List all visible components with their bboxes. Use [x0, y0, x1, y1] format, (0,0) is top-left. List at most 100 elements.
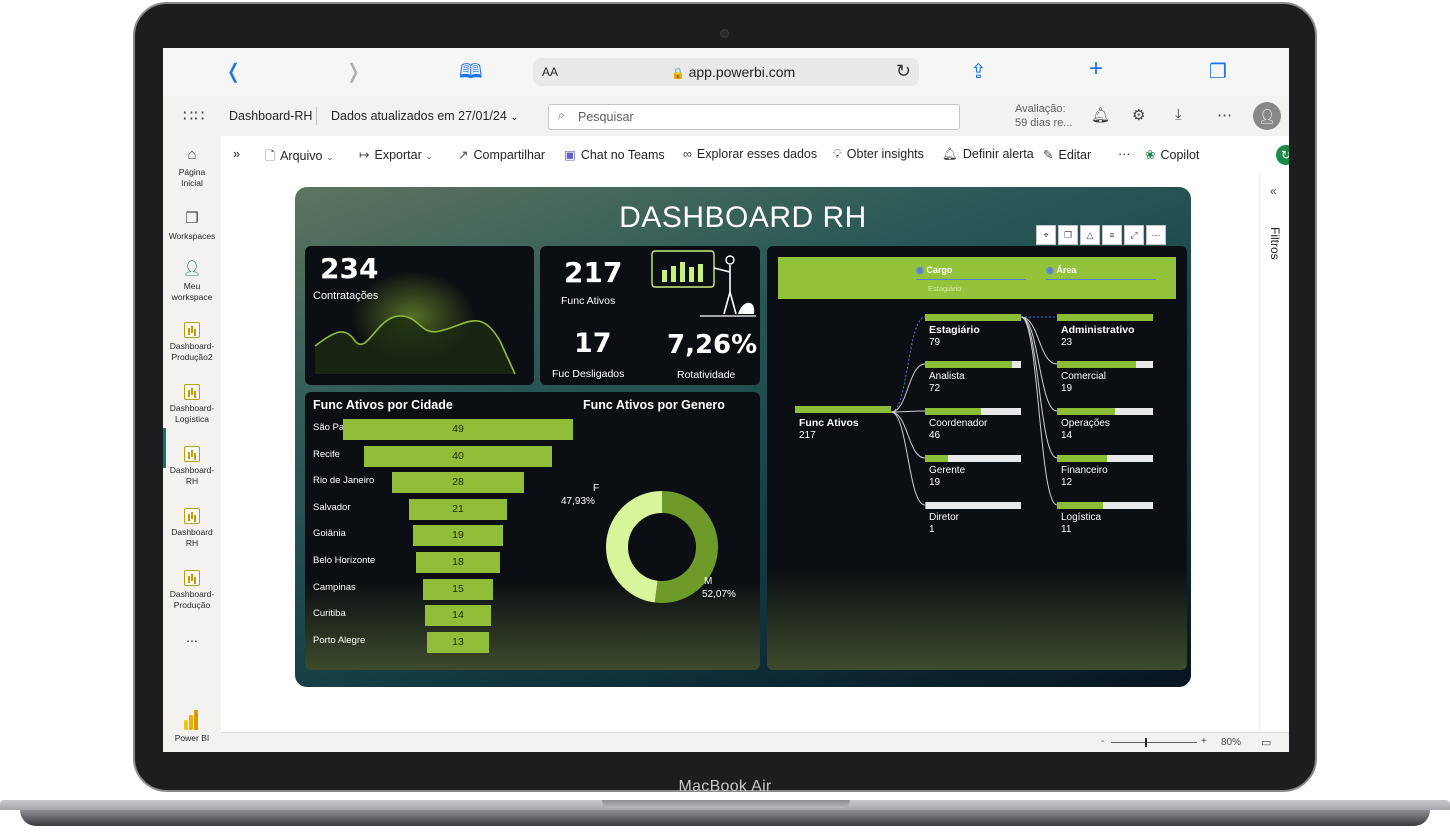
zoom-in-button[interactable]: +	[1201, 736, 1207, 747]
reader-button[interactable]: AA	[542, 65, 558, 79]
city-bar[interactable]: 14	[425, 605, 491, 627]
city-bar[interactable]: 18	[415, 552, 501, 573]
gender-slice-m[interactable]	[654, 491, 718, 603]
export-menu[interactable]: ↦ Exportar ⌄	[359, 147, 433, 162]
nav-more[interactable]: ...	[163, 630, 221, 644]
report-name[interactable]: Dashboard-RH	[229, 109, 312, 123]
new-tab-icon[interactable]: +	[1089, 57, 1103, 81]
nav-dashboard-producao[interactable]: Dashboard- Produção	[163, 570, 221, 611]
city-bar[interactable]: 21	[408, 498, 508, 520]
zoom-out-button[interactable]: -	[1101, 736, 1104, 747]
pin-icon[interactable]: ⌖	[1036, 225, 1056, 245]
city-bar[interactable]: 19	[413, 525, 503, 547]
copilot-button[interactable]: ❀ Copilot	[1145, 147, 1199, 162]
refresh-icon[interactable]: ↻	[1276, 145, 1289, 165]
bell-icon: 🔔︎	[942, 147, 958, 161]
city-bar[interactable]: 13	[427, 631, 489, 653]
cargo-node-bar[interactable]	[925, 314, 1021, 321]
teams-chat-button[interactable]: ▣ Chat no Teams	[564, 147, 665, 162]
nav-label: RH	[185, 538, 199, 548]
data-updated[interactable]: Dados atualizados em 27/01/24 ⌄	[331, 109, 519, 123]
filters-pane[interactable]: « Filtros	[1259, 172, 1289, 732]
presentation-icon	[651, 250, 756, 317]
cargo-node-label[interactable]: Gerente 19	[929, 465, 965, 489]
cargo-node-label[interactable]: Analista 72	[929, 371, 965, 395]
edit-button[interactable]: ✎ Editar	[1043, 147, 1091, 162]
cargo-node-label[interactable]: Estagiário 79	[929, 324, 980, 349]
insights-button[interactable]: 💡︎ Obter insights	[833, 147, 924, 162]
city-gender-card[interactable]: Func Ativos por Cidade Func Ativos por G…	[305, 392, 760, 670]
expand-button[interactable]: »	[233, 147, 240, 161]
employees-card[interactable]: 217 Func Ativos 17 Fuc Desligados 7,26% …	[540, 246, 760, 385]
decomp-link	[1020, 316, 1058, 506]
turnover-label: Rotatividade	[677, 369, 736, 381]
area-node-label[interactable]: Logística 11	[1061, 512, 1101, 536]
area-node-label[interactable]: Comercial 19	[1061, 371, 1106, 395]
nav-dashboard-rh[interactable]: Dashboard- RH	[163, 446, 221, 487]
area-node-bar[interactable]	[1057, 455, 1153, 462]
area-node-label[interactable]: Financeiro 12	[1061, 465, 1108, 489]
file-label: Arquivo	[280, 149, 323, 163]
gear-icon[interactable]: ⚙	[1132, 106, 1145, 124]
set-alert-button[interactable]: 🔔︎ Definir alerta	[942, 147, 1034, 162]
app-launcher-icon[interactable]: ∷∷	[183, 106, 205, 126]
bell-icon[interactable]: 🔔︎	[1091, 106, 1110, 124]
back-icon[interactable]: ❬	[225, 60, 242, 84]
nav-power-bi[interactable]: Power BI	[163, 710, 221, 744]
cargo-node-label[interactable]: Coordenador 46	[929, 418, 987, 442]
cargo-node-label[interactable]: Diretor 1	[929, 512, 959, 536]
area-node-label[interactable]: Operações 14	[1061, 418, 1110, 442]
root-bar[interactable]	[795, 406, 891, 413]
zoom-thumb[interactable]	[1145, 738, 1148, 747]
city-bar[interactable]: 49	[343, 419, 573, 440]
root-node[interactable]: Func Ativos 217	[799, 417, 859, 442]
nav-home[interactable]: ⌂ Página Inicial	[163, 146, 221, 189]
more-icon[interactable]: ⋯	[1146, 225, 1166, 245]
focus-mode-icon[interactable]: ⤢	[1124, 225, 1144, 245]
share-button[interactable]: ↗ Compartilhar	[458, 147, 545, 162]
more-options-button[interactable]: ···	[1118, 147, 1131, 161]
nav-dashboard-logistica[interactable]: Dashboard- Logística	[163, 384, 221, 425]
forward-icon[interactable]: ❭	[345, 60, 362, 84]
nav-label: Workspaces	[168, 231, 216, 241]
nav-dashboard-rh-2[interactable]: Dashboard RH	[163, 508, 221, 549]
area-node-bar[interactable]	[1057, 361, 1153, 368]
area-node-bar[interactable]	[1057, 314, 1153, 321]
address-bar[interactable]: AA 🔒 app.powerbi.com ↻	[533, 58, 919, 86]
collapse-icon[interactable]: «	[1270, 184, 1277, 198]
hires-card[interactable]: 234 Contratações	[305, 246, 534, 385]
city-bar[interactable]: 28	[392, 472, 524, 494]
file-menu[interactable]: 🗋 Arquivo ⌄	[265, 147, 333, 168]
report-icon	[184, 384, 200, 400]
tabs-icon[interactable]: ❐	[1209, 60, 1227, 84]
decomposition-tree-card[interactable]: ◉ Cargo Estagiário ◉ Área Estagiário 79 An…	[767, 246, 1187, 670]
reload-icon[interactable]: ↻	[896, 61, 911, 82]
city-bar[interactable]: 40	[364, 445, 552, 467]
gender-slice-f[interactable]	[606, 491, 663, 603]
city-bar[interactable]: 15	[422, 578, 494, 600]
filter-icon[interactable]: ≡	[1102, 225, 1122, 245]
avatar[interactable]: 👤︎	[1253, 102, 1281, 130]
zoom-level: 80%	[1221, 737, 1242, 748]
explore-data-button[interactable]: ∞ Explorar esses dados	[683, 147, 817, 161]
copy-icon[interactable]: ❐	[1058, 225, 1078, 245]
search-input[interactable]: ⌕ Pesquisar	[548, 104, 960, 130]
nav-my-workspace[interactable]: 👤︎ Meu workspace	[163, 260, 221, 303]
cargo-node-bar[interactable]	[925, 408, 1021, 415]
cargo-node-bar[interactable]	[925, 502, 1021, 509]
area-node-bar[interactable]	[1057, 502, 1153, 509]
share-icon[interactable]: ⇪	[970, 60, 987, 84]
area-node-label[interactable]: Administrativo 23	[1061, 324, 1135, 349]
bookmarks-icon[interactable]: 🕮	[459, 60, 483, 84]
nav-workspaces[interactable]: ❐ Workspaces	[163, 210, 221, 242]
cargo-node-bar[interactable]	[925, 361, 1021, 368]
zoom-slider[interactable]	[1111, 738, 1197, 747]
fit-page-icon[interactable]: ▭	[1261, 736, 1271, 749]
trial-status[interactable]: Avaliação: 59 dias re...	[1015, 102, 1072, 130]
area-node-bar[interactable]	[1057, 408, 1153, 415]
cargo-node-bar[interactable]	[925, 455, 1021, 462]
nav-dashboard-producao2[interactable]: Dashboard- Produção2	[163, 322, 221, 363]
download-icon[interactable]: ⤓	[1175, 106, 1182, 123]
bell-icon[interactable]: △	[1080, 225, 1100, 245]
more-icon[interactable]: ⋯	[1217, 106, 1232, 124]
